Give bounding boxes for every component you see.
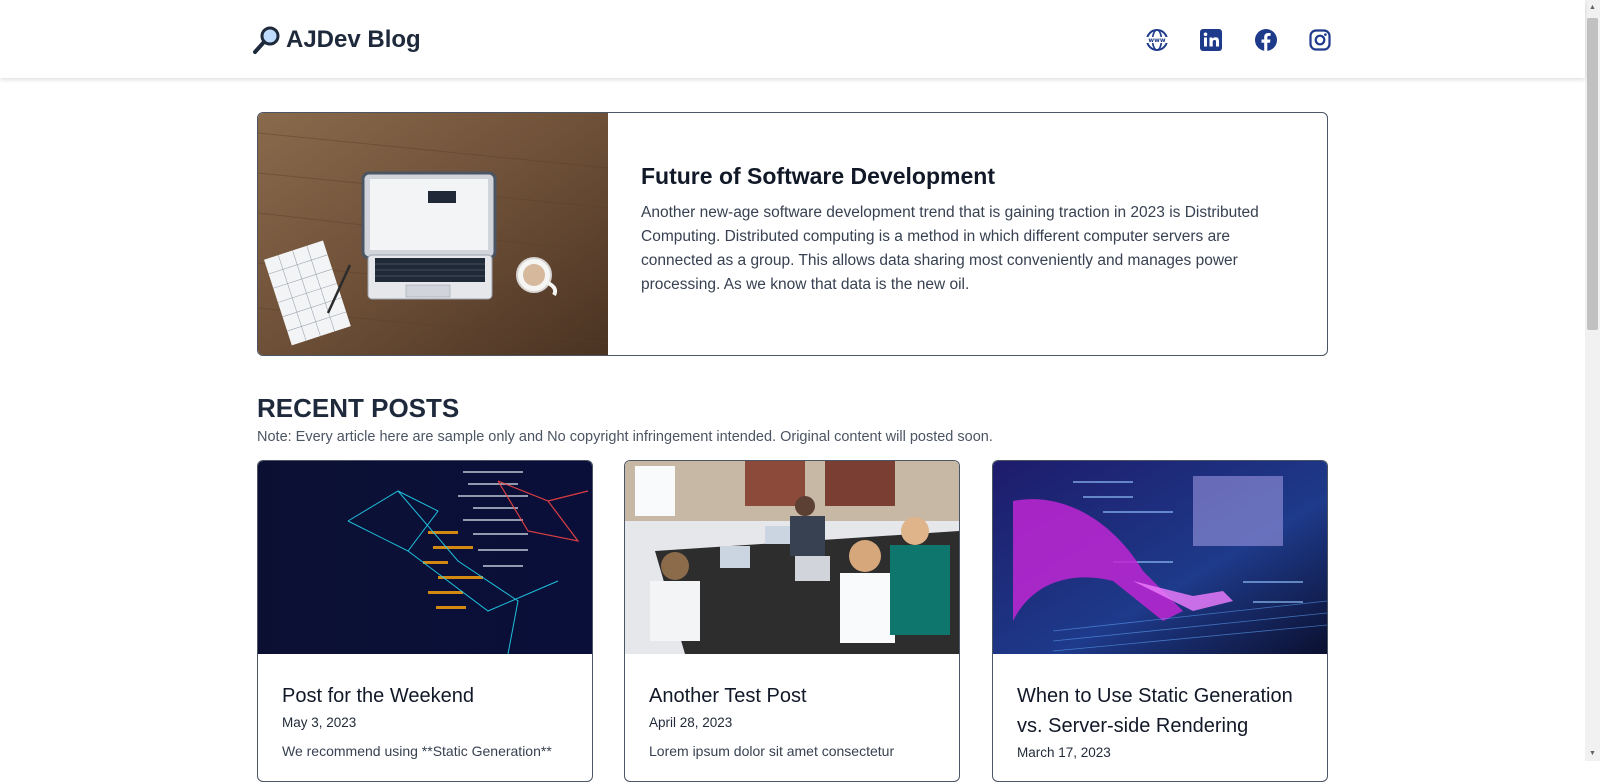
scrollbar-thumb[interactable] [1587,18,1598,330]
featured-post-card[interactable]: Future of Software Development Another n… [257,112,1328,356]
scroll-up-arrow-icon[interactable]: ▲ [1585,0,1600,15]
post-excerpt: Lorem ipsum dolor sit amet consectetur [649,743,895,759]
svg-text:www: www [1148,37,1165,44]
disclaimer-note: Note: Every article here are sample only… [257,429,993,445]
post-card[interactable]: Post for the Weekend May 3, 2023 We reco… [257,460,593,782]
site-logo[interactable]: AJDev Blog [252,24,421,56]
post-image-hands-keyboard [993,461,1327,654]
post-title[interactable]: Post for the Weekend [282,681,572,711]
instagram-icon[interactable] [1308,28,1332,52]
globe-www-icon[interactable]: www [1145,28,1169,52]
featured-post-description: Another new-age software development tre… [641,204,1259,293]
facebook-icon[interactable] [1254,28,1278,52]
site-title: AJDev Blog [286,26,421,53]
post-excerpt: We recommend using **Static Generation** [282,743,552,759]
post-title[interactable]: Another Test Post [649,681,939,711]
post-date: May 3, 2023 [282,715,357,730]
featured-post-image [258,113,608,355]
post-date: March 17, 2023 [1017,745,1111,760]
recent-posts-heading: RECENT POSTS [257,393,460,423]
linkedin-icon[interactable] [1199,28,1223,52]
post-image-code-network [258,461,592,654]
featured-post-title[interactable]: Future of Software Development [641,163,995,190]
site-header: AJDev Blog www [0,0,1585,78]
post-date: April 28, 2023 [649,715,733,730]
post-card[interactable]: When to Use Static Generation vs. Server… [992,460,1328,782]
post-title[interactable]: When to Use Static Generation vs. Server… [1017,681,1307,741]
post-card[interactable]: Another Test Post April 28, 2023 Lorem i… [624,460,960,782]
magnifier-icon [253,26,280,54]
post-image-team-working [625,461,959,654]
scroll-down-arrow-icon[interactable]: ▼ [1585,746,1600,761]
